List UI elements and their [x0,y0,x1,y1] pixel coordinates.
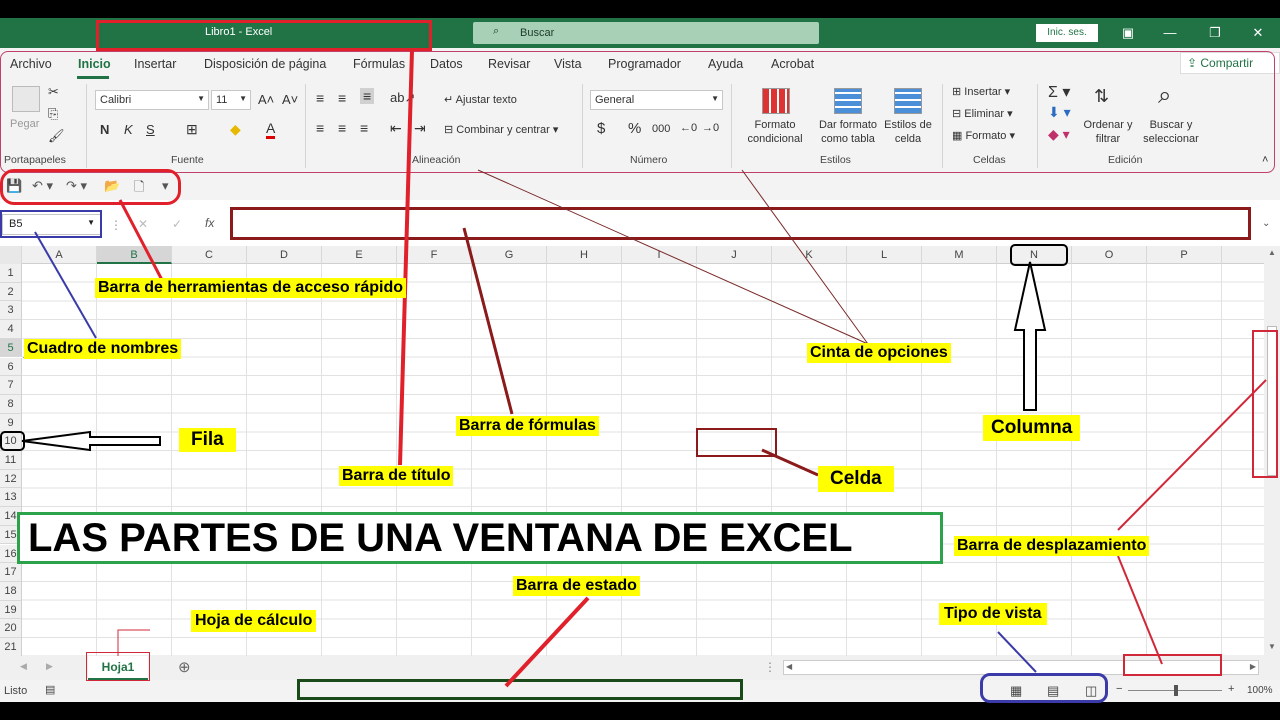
column-header-c[interactable]: C [172,246,247,264]
formula-bar-highlight [230,207,1251,240]
close-icon[interactable]: ✕ [1248,23,1268,43]
view-highlight [980,673,1108,703]
row-header-2[interactable]: 2 [0,282,22,302]
column-header-g[interactable]: G [472,246,547,264]
zoom-out-icon[interactable]: − [1116,683,1122,695]
enter-icon[interactable]: ✓ [172,217,182,231]
row-header-13[interactable]: 13 [0,488,22,508]
prev-sheet-icon[interactable]: ◀ [20,661,27,672]
scroll-left-icon[interactable]: ◀ [786,662,792,671]
column-header-p[interactable]: P [1147,246,1222,264]
column-n-highlight [1010,244,1068,266]
row-header-17[interactable]: 17 [0,563,22,582]
row-header-19[interactable]: 19 [0,600,22,620]
label-formula: Barra de fórmulas [456,416,599,436]
label-cell: Celda [818,466,894,492]
row-header-1[interactable]: 1 [0,264,22,283]
label-column: Columna [983,415,1081,441]
label-row: Fila [179,428,236,452]
main-title: LAS PARTES DE UNA VENTANA DE EXCEL [17,512,943,564]
column-headers: ABCDEFGHIJKLMNOP [0,246,1264,264]
column-header-l[interactable]: L [847,246,922,264]
status-mode: Listo [4,685,28,697]
search-box[interactable]: ⌕ Buscar [473,22,819,44]
row-header-4[interactable]: 4 [0,320,22,339]
status-bar-highlight [297,679,743,700]
row-header-9[interactable]: 9 [0,413,22,433]
insert-function-button[interactable]: fx [205,216,214,230]
column-header-h[interactable]: H [547,246,622,264]
select-all-corner[interactable] [0,246,22,264]
label-title: Barra de título [339,466,454,486]
row-header-3[interactable]: 3 [0,301,22,321]
cell-highlight [696,428,777,457]
screen-bottom-edge [0,702,1280,720]
row-header-18[interactable]: 18 [0,581,22,601]
quick-access-toolbar: 💾 ↶ ▾ ↷ ▾ 📂 🗋 ▾ [0,173,1280,200]
qat-highlight [0,169,181,205]
row-header-7[interactable]: 7 [0,376,22,395]
macro-record-icon[interactable]: ▤ [45,683,55,696]
label-qat: Barra de herramientas de acceso rápido [95,278,407,298]
ribbon-highlight [0,51,1275,173]
row-header-11[interactable]: 11 [0,451,22,470]
add-sheet-icon[interactable]: ⊕ [178,658,191,676]
column-header-b[interactable]: B [97,246,172,264]
signin-button[interactable]: Inic. ses. [1036,24,1098,42]
row-header-20[interactable]: 20 [0,619,22,638]
scroll-down-icon[interactable]: ▼ [1268,642,1276,651]
scroll-right-icon[interactable]: ▶ [1250,662,1256,671]
splitter-icon[interactable]: ⋮ [764,660,776,674]
row-header-12[interactable]: 12 [0,469,22,489]
search-icon: ⌕ [493,25,500,37]
hscroll-highlight [1123,654,1222,676]
label-status: Barra de estado [513,576,640,596]
column-header-j[interactable]: J [697,246,772,264]
maximize-icon[interactable]: ❐ [1205,23,1225,43]
more-icon: ⋮ [110,218,122,232]
label-scroll: Barra de desplazamiento [954,536,1150,556]
label-sheet: Hoja de cálculo [191,610,317,632]
namebox-highlight [0,210,102,238]
row-header-21[interactable]: 21 [0,638,22,656]
row-header-8[interactable]: 8 [0,394,22,414]
column-header-a[interactable]: A [22,246,97,264]
column-header-o[interactable]: O [1072,246,1147,264]
scroll-up-icon[interactable]: ▲ [1268,248,1276,257]
zoom-level: 100% [1247,685,1273,696]
row-header-6[interactable]: 6 [0,357,22,377]
row-10-highlight [0,431,25,451]
sheet-highlight [86,652,150,681]
label-view: Tipo de vista [939,603,1047,625]
ribbon-display-icon[interactable]: ▣ [1118,23,1138,43]
next-sheet-icon[interactable]: ▶ [46,661,53,672]
label-namebox: Cuadro de nombres [24,339,182,359]
zoom-in-icon[interactable]: + [1228,683,1234,695]
column-header-m[interactable]: M [922,246,997,264]
column-header-d[interactable]: D [247,246,322,264]
title-bar-highlight [96,20,432,51]
row-header-5[interactable]: 5 [0,338,22,358]
column-header-f[interactable]: F [397,246,472,264]
cancel-icon[interactable]: ✕ [138,217,148,231]
search-placeholder: Buscar [520,27,555,39]
column-header-i[interactable]: I [622,246,697,264]
minimize-icon[interactable]: — [1160,23,1180,43]
cells-area[interactable] [22,264,1264,656]
vscroll-highlight [1252,330,1278,478]
zoom-slider-thumb[interactable] [1174,685,1178,696]
label-ribbon: Cinta de opciones [807,343,951,363]
column-header-k[interactable]: K [772,246,847,264]
column-header-e[interactable]: E [322,246,397,264]
expand-formula-icon[interactable]: ⌄ [1262,218,1270,229]
